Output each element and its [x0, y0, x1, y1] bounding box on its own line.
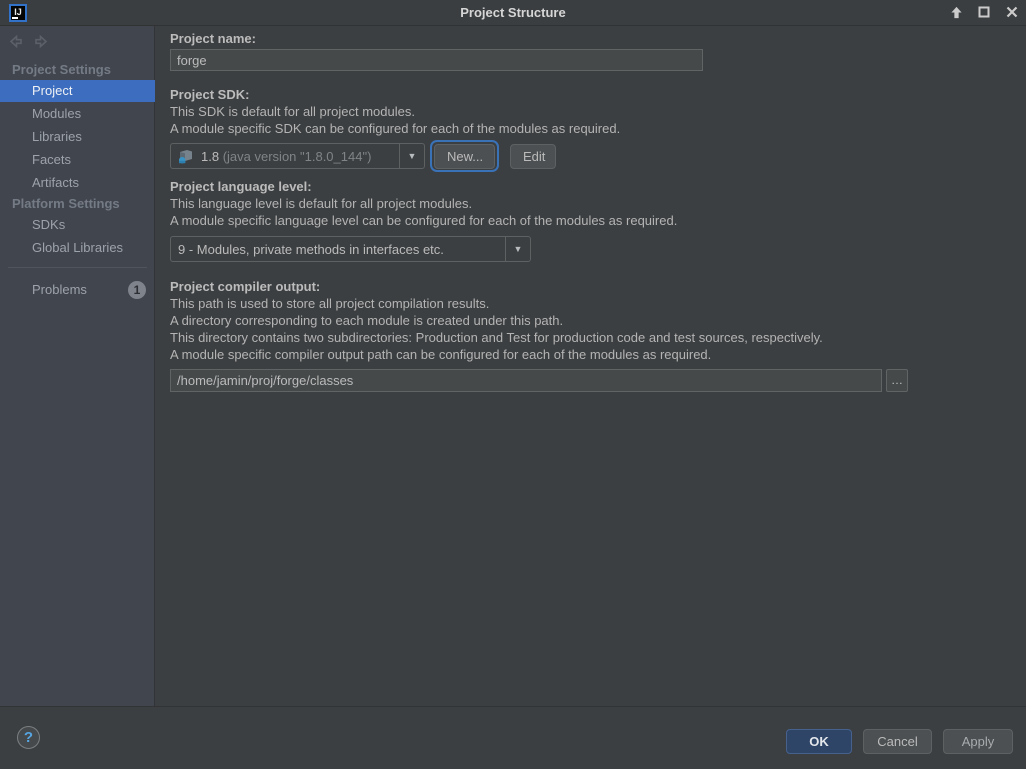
- project-sdk-value: 1.8 (java version "1.8.0_144"): [194, 149, 399, 164]
- close-icon[interactable]: [1004, 4, 1020, 20]
- titlebar: IJ Project Structure: [0, 0, 1026, 26]
- compiler-output-desc-1: This path is used to store all project c…: [170, 296, 489, 311]
- language-level-value: 9 - Modules, private methods in interfac…: [171, 242, 505, 257]
- unmaximize-icon[interactable]: [948, 4, 964, 20]
- project-sdk-desc-2: A module specific SDK can be configured …: [170, 121, 620, 136]
- sidebar-item-modules[interactable]: Modules: [0, 103, 155, 125]
- chevron-down-icon[interactable]: ▼: [505, 237, 530, 261]
- sidebar: Project Settings Project Modules Librari…: [0, 26, 155, 706]
- project-name-label: Project name:: [170, 31, 256, 46]
- sidebar-item-project[interactable]: Project: [0, 80, 155, 102]
- sidebar-item-global-libraries[interactable]: Global Libraries: [0, 237, 155, 259]
- chevron-down-icon[interactable]: ▼: [399, 144, 424, 168]
- sidebar-item-artifacts[interactable]: Artifacts: [0, 172, 155, 194]
- ok-button[interactable]: OK: [786, 729, 852, 754]
- language-level-desc-1: This language level is default for all p…: [170, 196, 472, 211]
- sdk-edit-button[interactable]: Edit: [510, 144, 556, 169]
- browse-button[interactable]: …: [886, 369, 908, 392]
- section-header-project-settings: Project Settings: [12, 62, 111, 77]
- cancel-button[interactable]: Cancel: [863, 729, 932, 754]
- sidebar-item-problems[interactable]: Problems 1: [0, 279, 155, 301]
- compiler-output-desc-3: This directory contains two subdirectori…: [170, 330, 823, 345]
- window-title: Project Structure: [0, 5, 1026, 20]
- sidebar-item-facets[interactable]: Facets: [0, 149, 155, 171]
- problems-count-badge: 1: [128, 281, 146, 299]
- language-level-desc-2: A module specific language level can be …: [170, 213, 677, 228]
- section-header-platform-settings: Platform Settings: [12, 196, 120, 211]
- back-icon[interactable]: [8, 34, 23, 49]
- compiler-output-path-input[interactable]: [170, 369, 882, 392]
- language-level-combobox[interactable]: 9 - Modules, private methods in interfac…: [170, 236, 531, 262]
- apply-button[interactable]: Apply: [943, 729, 1013, 754]
- project-sdk-version-dim: (java version "1.8.0_144"): [223, 149, 372, 164]
- compiler-output-desc-2: A directory corresponding to each module…: [170, 313, 563, 328]
- project-sdk-desc-1: This SDK is default for all project modu…: [170, 104, 415, 119]
- language-level-label: Project language level:: [170, 179, 312, 194]
- sidebar-item-libraries[interactable]: Libraries: [0, 126, 155, 148]
- help-icon[interactable]: ?: [17, 726, 40, 749]
- maximize-icon[interactable]: [976, 4, 992, 20]
- sidebar-item-sdks[interactable]: SDKs: [0, 214, 155, 236]
- compiler-output-label: Project compiler output:: [170, 279, 320, 294]
- project-structure-dialog: IJ Project Structure Project Settings Pr…: [0, 0, 1026, 769]
- sdk-icon: [171, 148, 194, 164]
- problems-label: Problems: [32, 279, 87, 301]
- project-name-input[interactable]: [170, 49, 703, 71]
- compiler-output-desc-4: A module specific compiler output path c…: [170, 347, 711, 362]
- project-sdk-combobox[interactable]: 1.8 (java version "1.8.0_144") ▼: [170, 143, 425, 169]
- forward-icon[interactable]: [34, 34, 49, 49]
- footer-bar: ? OK Cancel Apply: [0, 706, 1026, 769]
- sdk-new-button[interactable]: New...: [434, 144, 495, 169]
- sidebar-divider: [8, 267, 147, 268]
- project-sdk-label: Project SDK:: [170, 87, 249, 102]
